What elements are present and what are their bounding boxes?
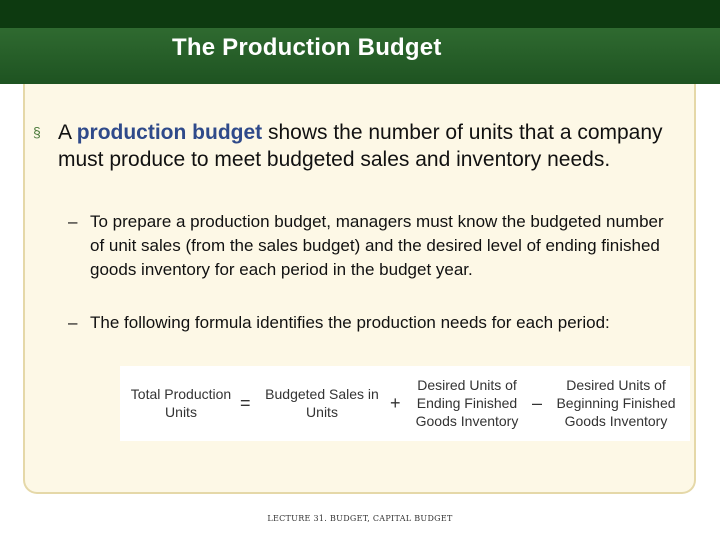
formula-box: Total Production Units = Budgeted Sales … [120,366,690,441]
formula-term-line: Units [306,404,338,420]
formula-term-line: Units [165,404,197,420]
formula-term-beginning-inventory: Desired Units of Beginning Finished Good… [546,376,686,430]
formula-term-total-production: Total Production Units [124,385,238,421]
formula-term-line: Ending Finished [416,395,518,411]
sub-bullet-text: To prepare a production budget, managers… [90,212,664,279]
formula-equals-sign: = [240,393,251,413]
term-highlight: production budget [76,121,263,144]
formula-term-line: Desired Units of [566,377,666,393]
formula-minus-sign: – [532,393,543,413]
slide-title: The Production Budget [172,34,442,61]
main-bullet-text: A production budget shows the number of … [58,119,668,173]
sub-bullet-text: The following formula identifies the pro… [90,313,610,332]
bullet-marker-icon: § [33,124,41,140]
formula-term-budgeted-sales: Budgeted Sales in Units [258,385,386,421]
formula-term-line: Total Production [130,386,232,402]
sub-bullet-dash: – [68,212,78,231]
formula-term-ending-inventory: Desired Units of Ending Finished Goods I… [406,376,528,430]
sub-bullet-dash: – [68,313,78,332]
formula-term-line: Desired Units of [417,377,517,393]
formula-term-line: Budgeted Sales in [265,386,379,402]
formula-plus-sign: + [390,393,401,413]
top-strip [0,0,720,28]
formula-term-line: Goods Inventory [564,413,668,429]
formula-term-line: Beginning Finished [556,395,676,411]
slide-footer: LECTURE 31. BUDGET, CAPITAL BUDGET [267,514,453,523]
formula-term-line: Goods Inventory [415,413,519,429]
main-bullet-lead: A [58,121,77,144]
